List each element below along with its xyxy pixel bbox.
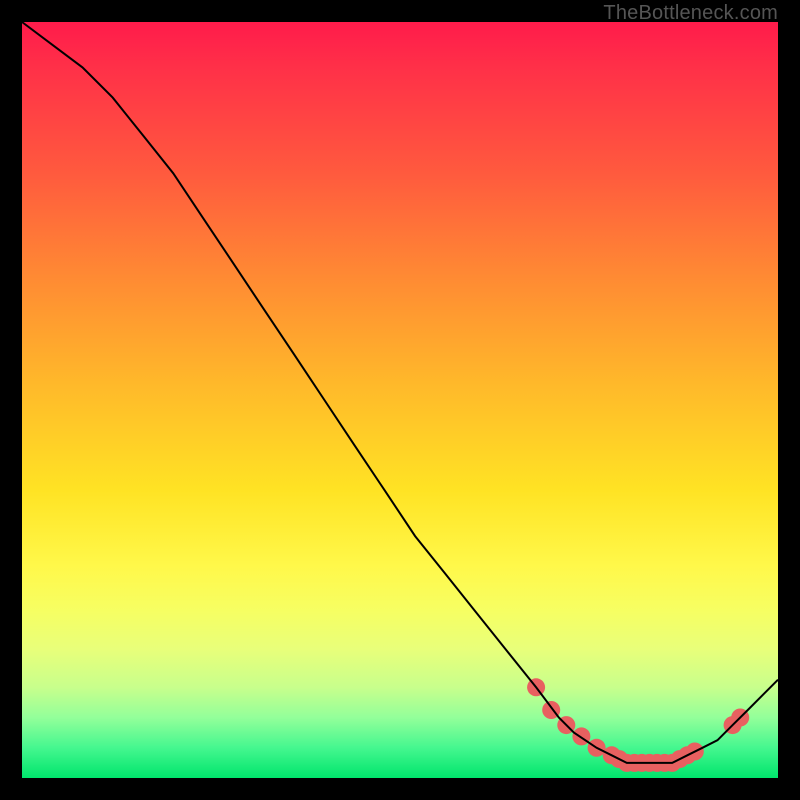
plot-area xyxy=(22,22,778,778)
chart-frame: TheBottleneck.com xyxy=(0,0,800,800)
marker-layer xyxy=(527,678,749,772)
bottleneck-curve xyxy=(22,22,778,763)
chart-svg xyxy=(22,22,778,778)
